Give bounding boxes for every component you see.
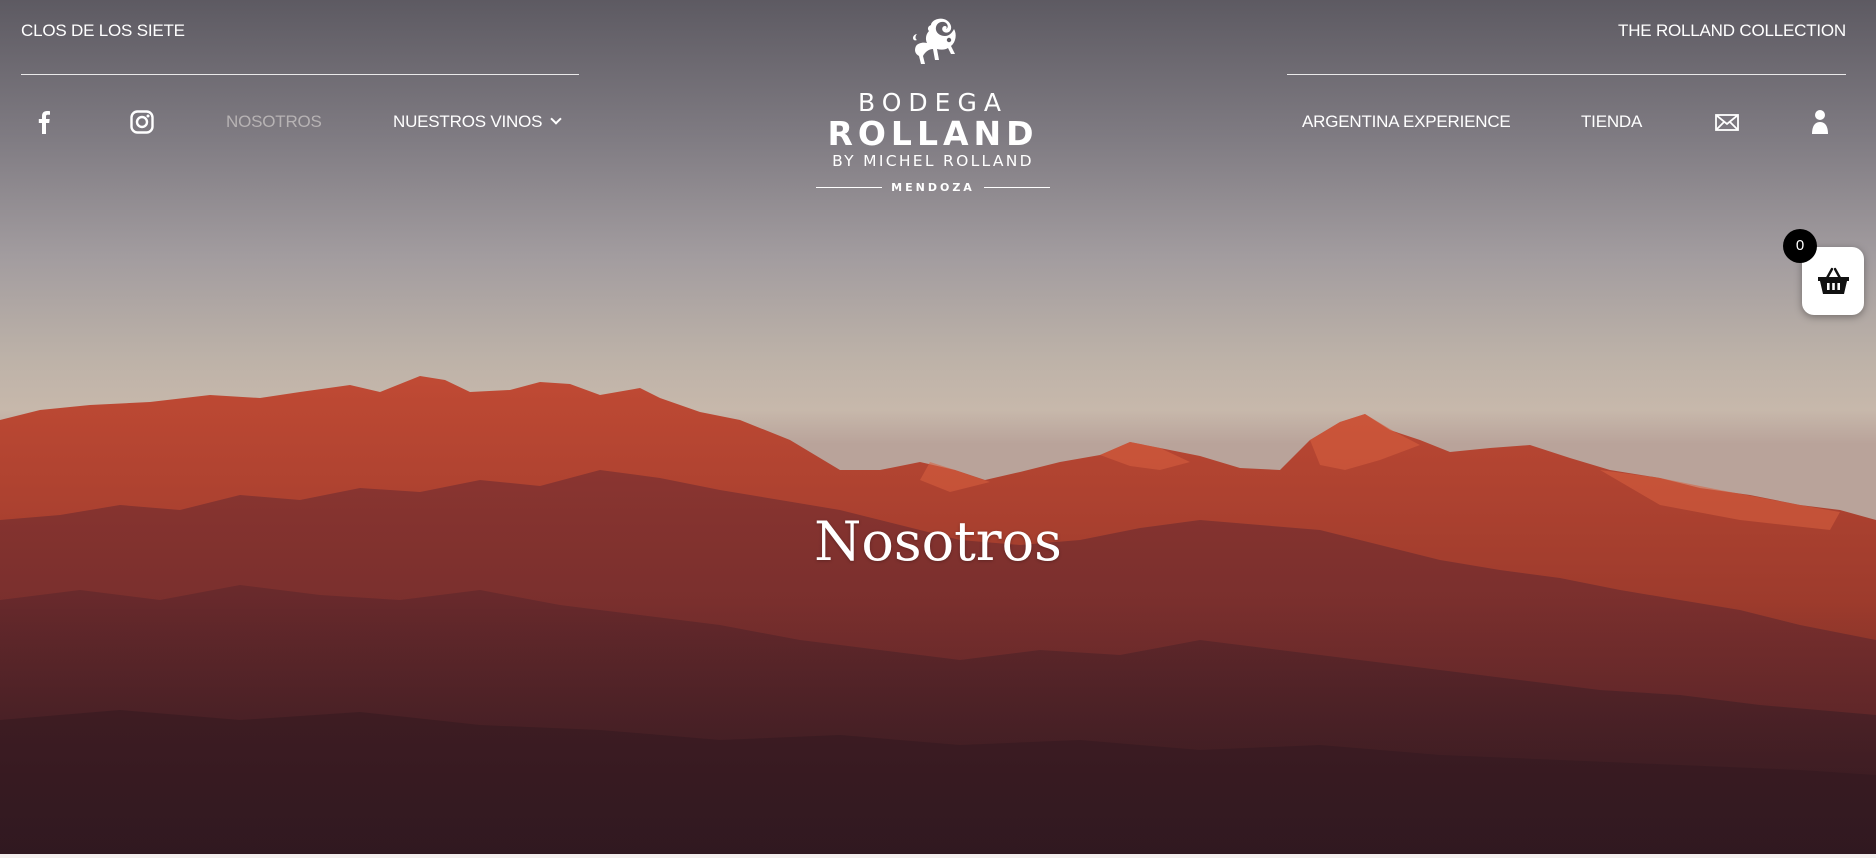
- nav-nosotros[interactable]: NOSOTROS: [226, 112, 322, 132]
- clos-de-los-siete-link[interactable]: CLOS DE LOS SIETE: [21, 21, 185, 41]
- logo-line-by-michel-rolland: BY MICHEL ROLLAND: [832, 152, 1034, 170]
- facebook-icon[interactable]: [38, 110, 50, 134]
- logo-line-rolland: ROLLAND: [827, 114, 1039, 153]
- rolland-collection-link[interactable]: THE ROLLAND COLLECTION: [1618, 21, 1846, 41]
- logo-emblem-icon: [913, 18, 956, 64]
- nav-tienda[interactable]: TIENDA: [1581, 112, 1642, 132]
- basket-icon: [1818, 267, 1849, 294]
- cart-count-badge: 0: [1783, 229, 1817, 263]
- logo-rule-right: [984, 187, 1050, 188]
- header-divider-left: [21, 74, 579, 75]
- instagram-icon[interactable]: [130, 110, 154, 134]
- envelope-icon[interactable]: [1715, 114, 1739, 131]
- header-divider-right: [1287, 74, 1846, 75]
- user-icon[interactable]: [1811, 109, 1829, 135]
- bottom-edge: [0, 854, 1876, 858]
- page-title: Nosotros: [814, 510, 1062, 573]
- chevron-down-icon: [550, 113, 562, 125]
- nav-nuestros-vinos-label: NUESTROS VINOS: [393, 112, 543, 131]
- nav-nuestros-vinos[interactable]: NUESTROS VINOS: [393, 112, 562, 132]
- bodega-rolland-logo[interactable]: BODEGA ROLLAND BY MICHEL ROLLAND MENDOZA: [812, 14, 1054, 196]
- logo-line-bodega: BODEGA: [858, 88, 1008, 117]
- nav-argentina-experience[interactable]: ARGENTINA EXPERIENCE: [1302, 112, 1511, 132]
